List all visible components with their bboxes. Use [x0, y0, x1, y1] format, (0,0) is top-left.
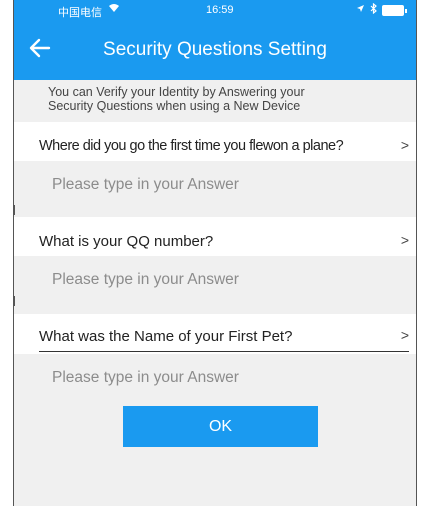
divider-tick	[13, 296, 15, 306]
notice-line-1: You can Verify your Identity by Answerin…	[48, 85, 305, 99]
battery-icon	[382, 4, 407, 16]
notice-line-2: Security Questions when using a New Devi…	[48, 99, 301, 113]
question-select-1[interactable]: Where did you go the first time you flew…	[39, 127, 409, 162]
chevron-right-icon: >	[400, 232, 409, 248]
carrier-label: 中国电信	[58, 7, 102, 19]
wifi-icon	[108, 3, 120, 16]
ok-button[interactable]: OK	[123, 406, 318, 447]
question-text-2: What is your QQ number?	[39, 233, 214, 250]
bluetooth-icon	[370, 2, 377, 17]
status-bar: 中国电信 16:59	[14, 0, 416, 20]
question-text-1: Where did you go the first time you flew…	[39, 138, 344, 154]
phone-screen: 中国电信 16:59 Security Questions Setting Yo…	[13, 0, 417, 506]
page-title: Security Questions Setting	[103, 39, 327, 60]
chevron-right-icon: >	[400, 327, 409, 343]
header: 中国电信 16:59 Security Questions Setting	[14, 0, 416, 80]
question-select-2[interactable]: What is your QQ number? >	[39, 222, 409, 257]
section-divider	[14, 205, 416, 217]
status-time: 16:59	[206, 4, 234, 16]
answer-input-2[interactable]	[14, 256, 416, 304]
divider-tick	[13, 205, 15, 215]
location-arrow-icon	[356, 4, 365, 16]
section-divider	[14, 302, 416, 314]
answer-input-1[interactable]	[14, 161, 416, 209]
question-text-3: What was the Name of your First Pet?	[39, 328, 293, 345]
nav-bar: Security Questions Setting	[14, 24, 416, 76]
identity-notice: You can Verify your Identity by Answerin…	[14, 80, 416, 122]
chevron-right-icon: >	[400, 137, 409, 153]
question-select-3[interactable]: What was the Name of your First Pet? >	[39, 317, 409, 352]
